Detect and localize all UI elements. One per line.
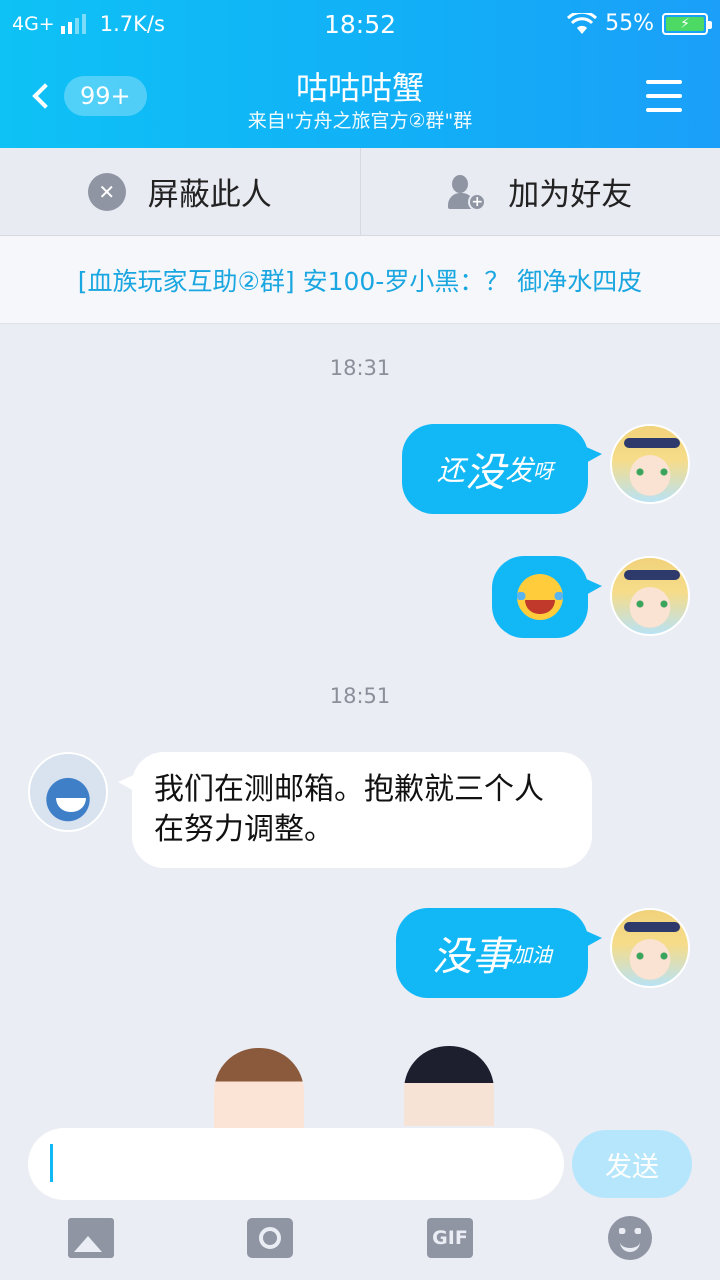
timestamp: 18:31 [329,356,391,380]
message-text: 我们在测邮箱。抱歉就三个人在努力调整。 [154,772,544,847]
my-avatar[interactable] [610,424,690,504]
my-avatar[interactable] [610,556,690,636]
add-friend-button[interactable]: + 加为好友 [359,148,720,235]
battery-percent: 55% [605,11,654,36]
add-friend-icon: + [448,173,487,211]
back-button[interactable]: 99+ [28,76,147,116]
block-user-label: 屏蔽此人 [147,177,272,213]
message-bubble[interactable]: 还 没 发 呀 [402,424,602,514]
header: 4G+ 1.7K/s 18:52 55% ⚡ 99+ 咕咕咕蟹 来自"方舟之旅官… [0,0,720,148]
input-bar: 发送 GIF [0,1128,720,1280]
block-user-button[interactable]: ✕ 屏蔽此人 [0,148,360,235]
message-bubble[interactable]: 没 事 加油 [396,908,602,998]
sticker-character[interactable] [214,1048,304,1128]
status-bar: 4G+ 1.7K/s 18:52 55% ⚡ [0,0,720,48]
gif-icon[interactable]: GIF [427,1218,473,1258]
message-bubble[interactable] [492,556,602,638]
my-avatar[interactable] [610,908,690,988]
page-title: 咕咕咕蟹 [295,69,424,107]
text-cursor [50,1144,53,1182]
menu-icon[interactable] [646,80,682,112]
wifi-icon [567,12,598,34]
send-button[interactable]: 发送 [572,1130,692,1198]
chevron-left-icon [32,83,58,109]
message-input[interactable] [28,1128,564,1200]
timestamp: 18:51 [329,684,391,708]
group-notice-text: [血族玩家互助②群] 安100-罗小黑：？ 御净水四皮 [77,266,643,296]
sender-avatar[interactable] [28,752,108,832]
sticker-character[interactable] [404,1046,494,1126]
conversation-title[interactable]: 咕咕咕蟹 来自"方舟之旅官方②群"群 [160,68,560,134]
nav-bar: 99+ 咕咕咕蟹 来自"方舟之旅官方②群"群 [0,48,720,148]
charging-icon: ⚡ [666,16,704,31]
emoji-icon[interactable] [608,1216,652,1260]
battery-icon: ⚡ [662,12,712,35]
page-subtitle: 来自"方舟之旅官方②群"群 [247,110,473,132]
block-icon: ✕ [87,172,126,211]
unread-badge: 99+ [64,76,147,116]
image-icon[interactable] [68,1218,114,1258]
camera-icon[interactable] [247,1218,293,1258]
action-bar: ✕ 屏蔽此人 + 加为好友 [0,148,720,236]
group-notice-banner[interactable]: [血族玩家互助②群] 安100-罗小黑：？ 御净水四皮 [0,236,720,324]
add-friend-label: 加为好友 [508,177,633,213]
toolbar: GIF [0,1216,720,1268]
laughing-crying-emoji-icon [517,574,563,620]
message-bubble[interactable]: 我们在测邮箱。抱歉就三个人在努力调整。 [118,752,592,868]
